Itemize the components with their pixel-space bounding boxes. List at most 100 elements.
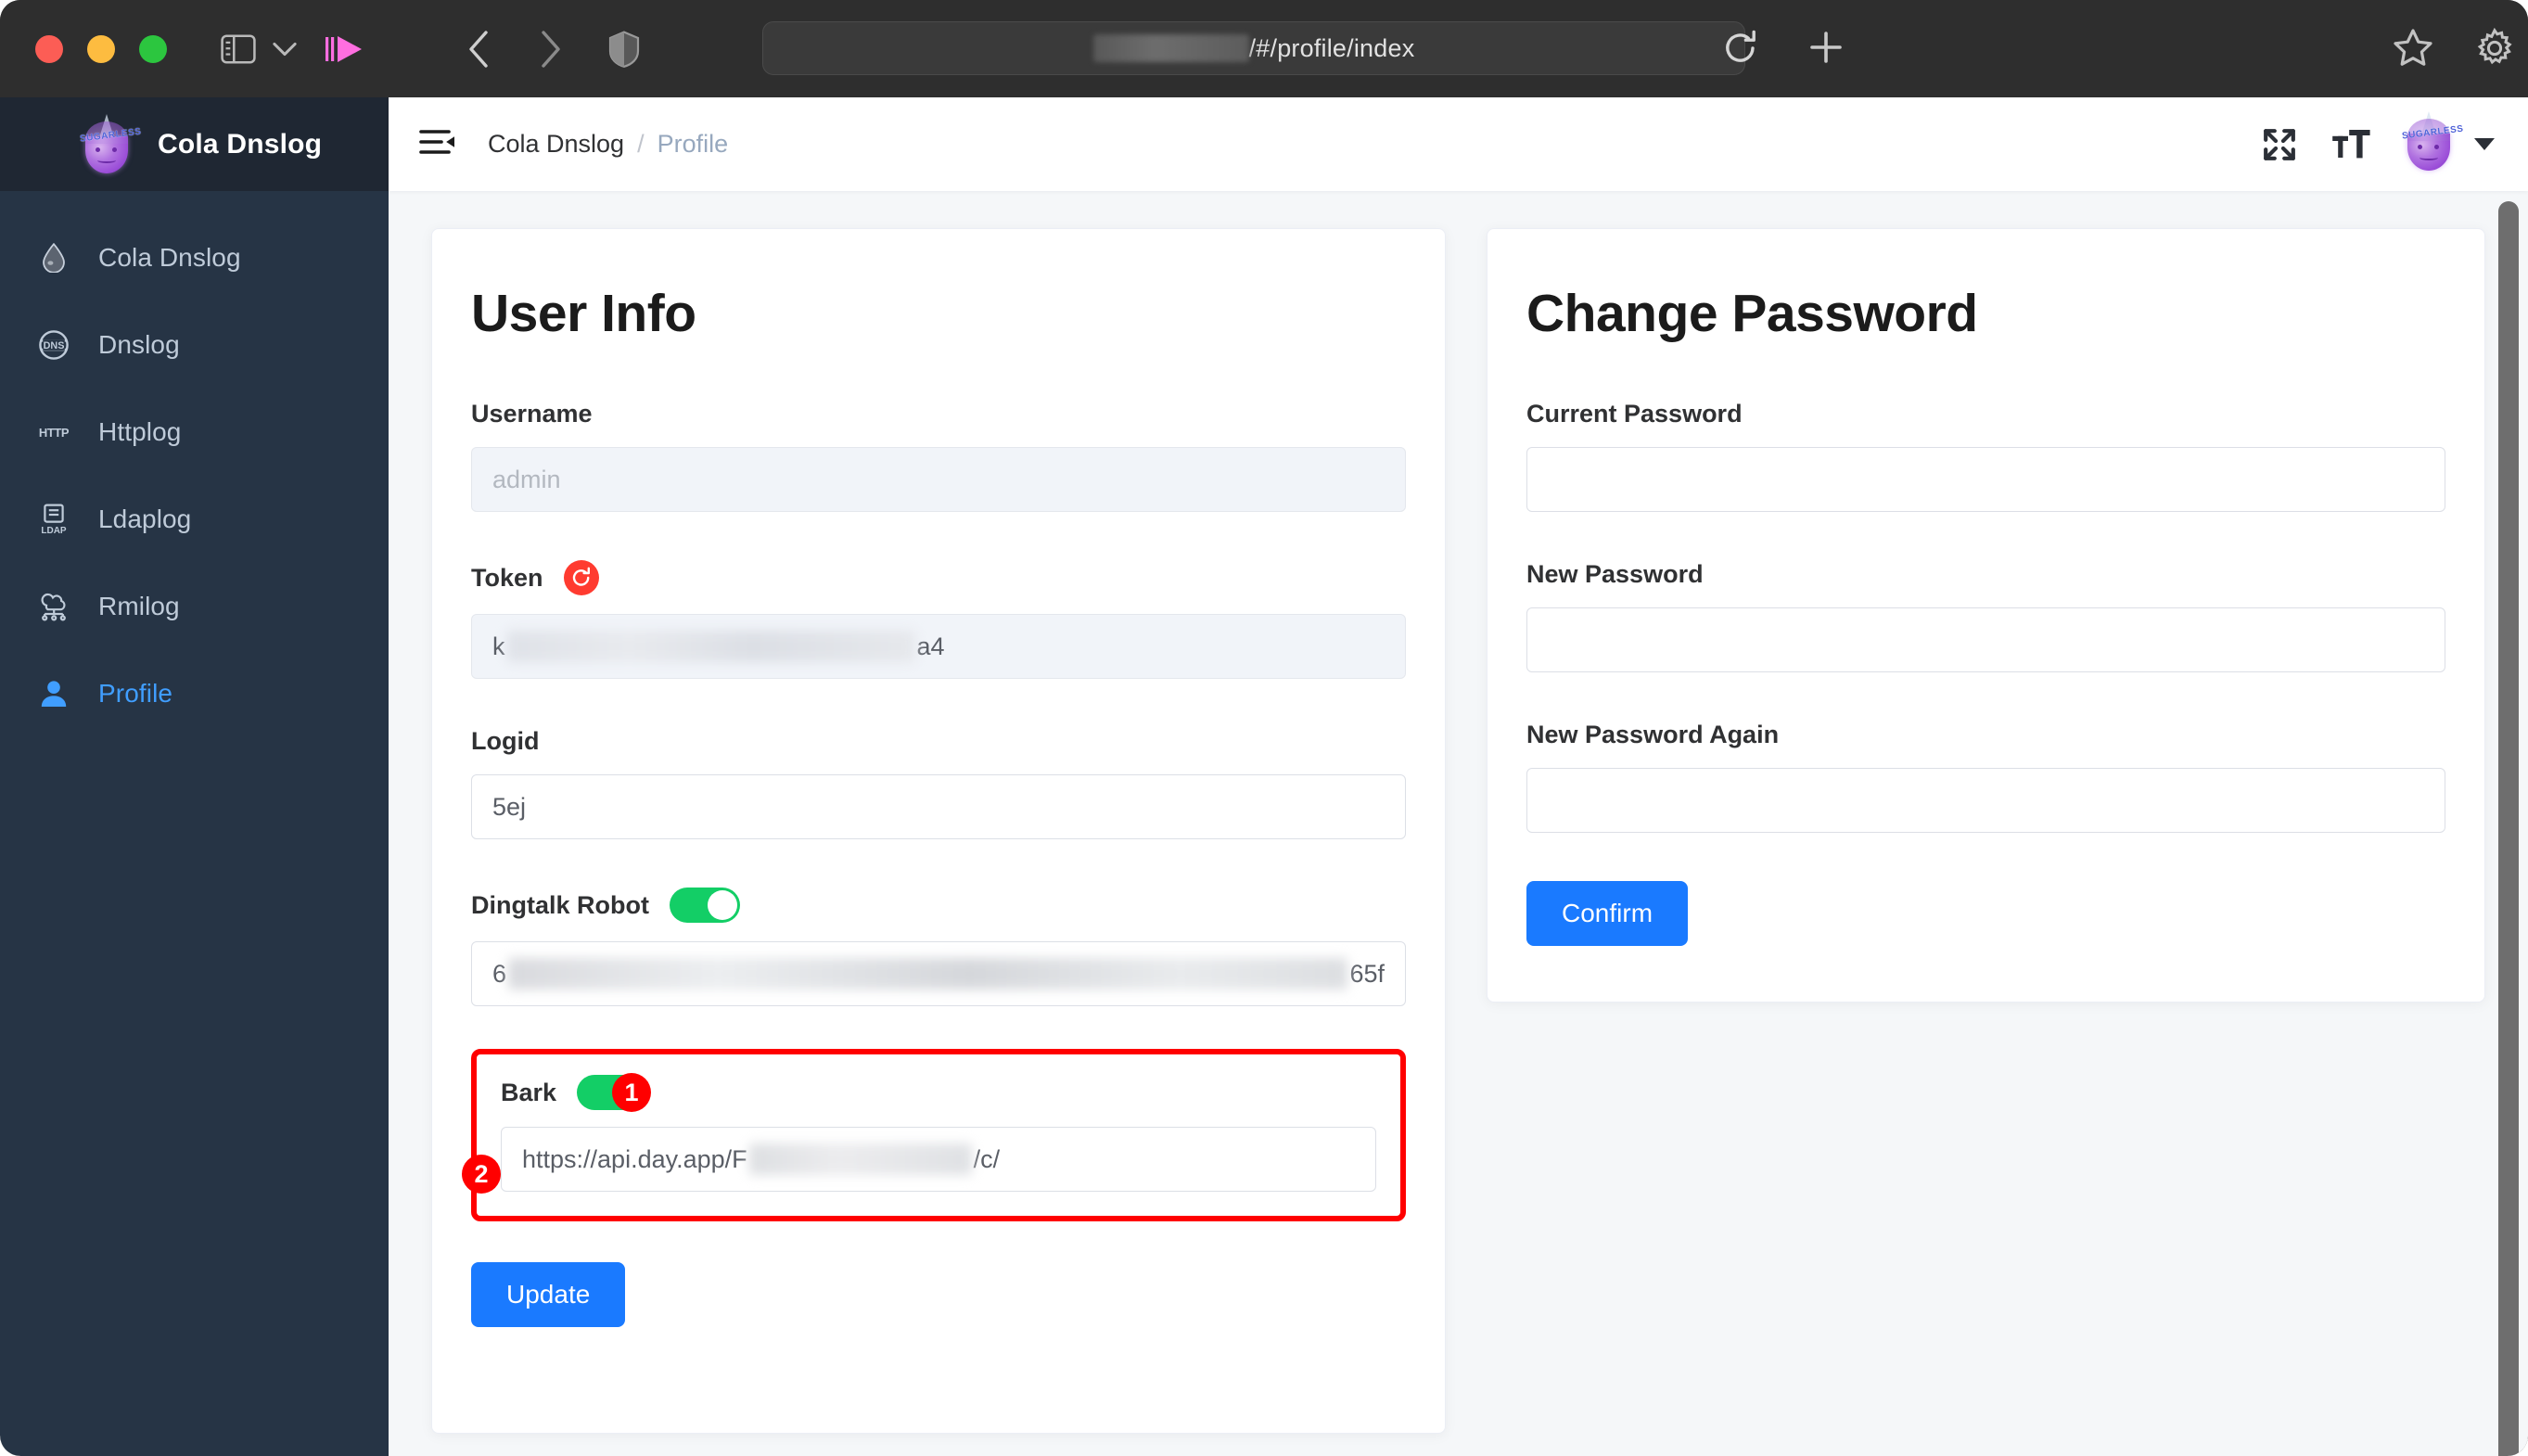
token-value-suffix: a4: [917, 632, 945, 661]
sidebar-brand-title: Cola Dnslog: [158, 129, 322, 160]
address-bar-path: /#/profile/index: [1249, 34, 1415, 62]
dingtalk-toggle[interactable]: [670, 888, 740, 923]
redacted-token: [507, 631, 915, 662]
new-password-again-label: New Password Again: [1526, 721, 2445, 749]
font-size-icon[interactable]: [2331, 126, 2370, 163]
bookmarks-star-icon[interactable]: [2393, 28, 2433, 71]
sidebar-item-cola-dnslog[interactable]: Cola Dnslog: [0, 228, 389, 287]
sidebar-item-label: Profile: [98, 679, 172, 709]
page-scrollbar[interactable]: [2498, 201, 2519, 1456]
dingtalk-value-prefix: 6: [492, 960, 506, 989]
maximize-window-button[interactable]: [139, 35, 167, 63]
logid-value: 5ej: [492, 793, 526, 822]
chevron-down-icon[interactable]: [273, 41, 297, 57]
svg-text:DNS: DNS: [44, 340, 65, 351]
sidebar-item-label: Httplog: [98, 417, 181, 447]
bark-url-input[interactable]: https://api.day.app/F/c/: [501, 1127, 1376, 1192]
topbar-actions: SUGARLESS: [2261, 97, 2495, 191]
bark-value-prefix: https://api.day.app/F: [522, 1145, 747, 1174]
user-info-title: User Info: [471, 283, 1406, 344]
new-password-label: New Password: [1526, 560, 2445, 589]
rmi-cloud-icon: [37, 590, 70, 623]
avatar-menu[interactable]: SUGARLESS: [2404, 113, 2495, 175]
user-info-card: User Info Username admin Token: [431, 228, 1446, 1434]
dingtalk-label-text: Dingtalk Robot: [471, 891, 649, 920]
privacy-shield-icon[interactable]: [608, 31, 640, 68]
redacted-dingtalk-url: [508, 958, 1347, 990]
breadcrumb-separator: /: [637, 130, 645, 159]
dingtalk-label: Dingtalk Robot: [471, 888, 1406, 923]
dingtalk-webhook-input[interactable]: 6 65f: [471, 941, 1406, 1006]
change-password-title: Change Password: [1526, 283, 2445, 344]
sidebar-item-label: Cola Dnslog: [98, 243, 241, 273]
chevron-down-icon: [2474, 138, 2495, 150]
droplet-logo-icon: SUGARLESS: [82, 116, 134, 173]
topbar: Cola Dnslog / Profile: [389, 97, 2528, 191]
refresh-icon[interactable]: [564, 560, 599, 595]
svg-text:LDAP: LDAP: [41, 526, 67, 535]
media-play-icon[interactable]: [325, 33, 365, 65]
fullscreen-icon[interactable]: [2261, 126, 2298, 163]
dingtalk-value-suffix: 65f: [1349, 960, 1385, 989]
annotation-badge-1: 1: [612, 1073, 651, 1112]
new-password-again-input[interactable]: [1526, 768, 2445, 833]
main-area: Cola Dnslog / Profile: [389, 97, 2528, 1456]
new-tab-button[interactable]: [1807, 28, 1845, 71]
sidebar-item-profile[interactable]: Profile: [0, 664, 389, 723]
content-area: User Info Username admin Token: [389, 191, 2528, 1456]
sidebar-brand[interactable]: SUGARLESS Cola Dnslog: [0, 97, 389, 191]
ldap-doc-icon: LDAP: [37, 503, 70, 536]
minimize-window-button[interactable]: [87, 35, 115, 63]
breadcrumb: Cola Dnslog / Profile: [488, 130, 728, 159]
address-bar[interactable]: /#/profile/index: [762, 21, 1745, 75]
forward-button[interactable]: [538, 30, 562, 69]
sidebar-item-rmilog[interactable]: Rmilog: [0, 577, 389, 636]
sidebar-item-label: Rmilog: [98, 592, 180, 621]
reload-button[interactable]: [1723, 30, 1758, 71]
username-input[interactable]: admin: [471, 447, 1406, 512]
token-value-prefix: k: [492, 632, 505, 661]
confirm-button[interactable]: Confirm: [1526, 881, 1688, 946]
username-label: Username: [471, 400, 1406, 428]
bark-highlight-group: 1 2 Bark https://api.day.app/F/c/: [471, 1049, 1406, 1221]
logid-label: Logid: [471, 727, 1406, 756]
redacted-domain: [1093, 34, 1249, 62]
user-icon: [37, 677, 70, 710]
sidebar-nav: Cola Dnslog DNS Dnslog: [0, 191, 389, 723]
annotation-badge-2: 2: [462, 1155, 501, 1194]
new-password-input[interactable]: [1526, 607, 2445, 672]
logid-input[interactable]: 5ej: [471, 774, 1406, 839]
sidebar-item-ldaplog[interactable]: LDAP Ldaplog: [0, 490, 389, 549]
back-button[interactable]: [467, 30, 492, 69]
sidebar-item-label: Dnslog: [98, 330, 180, 360]
current-password-label: Current Password: [1526, 400, 2445, 428]
token-label-text: Token: [471, 564, 543, 593]
collapse-menu-icon[interactable]: [419, 128, 456, 160]
droplet-icon: [37, 241, 70, 275]
sidebar: SUGARLESS Cola Dnslog Cola Dnslog: [0, 97, 389, 1456]
change-password-card: Change Password Current Password New Pas…: [1487, 228, 2485, 1003]
bark-value-suffix: /c/: [974, 1145, 1001, 1174]
address-bar-text: /#/profile/index: [1093, 34, 1415, 63]
http-tag-icon: HTTP: [37, 415, 70, 449]
dns-globe-icon: DNS: [37, 328, 70, 362]
token-label: Token: [471, 560, 1406, 595]
page-viewport: SUGARLESS Cola Dnslog Cola Dnslog: [0, 97, 2528, 1456]
current-password-input[interactable]: [1526, 447, 2445, 512]
sidebar-item-dnslog[interactable]: DNS Dnslog: [0, 315, 389, 375]
breadcrumb-root[interactable]: Cola Dnslog: [488, 130, 624, 159]
settings-gear-icon[interactable]: [2474, 28, 2515, 73]
breadcrumb-current: Profile: [658, 130, 729, 159]
token-input[interactable]: k a4: [471, 614, 1406, 679]
bark-label-text: Bark: [501, 1079, 556, 1107]
window-traffic-lights: [35, 35, 167, 63]
browser-toolbar: /#/profile/index: [0, 0, 2528, 97]
sidebar-toggle-icon[interactable]: [221, 34, 256, 64]
username-placeholder: admin: [492, 466, 561, 494]
browser-window: /#/profile/index: [0, 0, 2528, 1456]
update-button[interactable]: Update: [471, 1262, 625, 1327]
sidebar-item-label: Ldaplog: [98, 504, 191, 534]
sidebar-item-httplog[interactable]: HTTP Httplog: [0, 402, 389, 462]
close-window-button[interactable]: [35, 35, 63, 63]
redacted-bark-key: [749, 1143, 972, 1175]
